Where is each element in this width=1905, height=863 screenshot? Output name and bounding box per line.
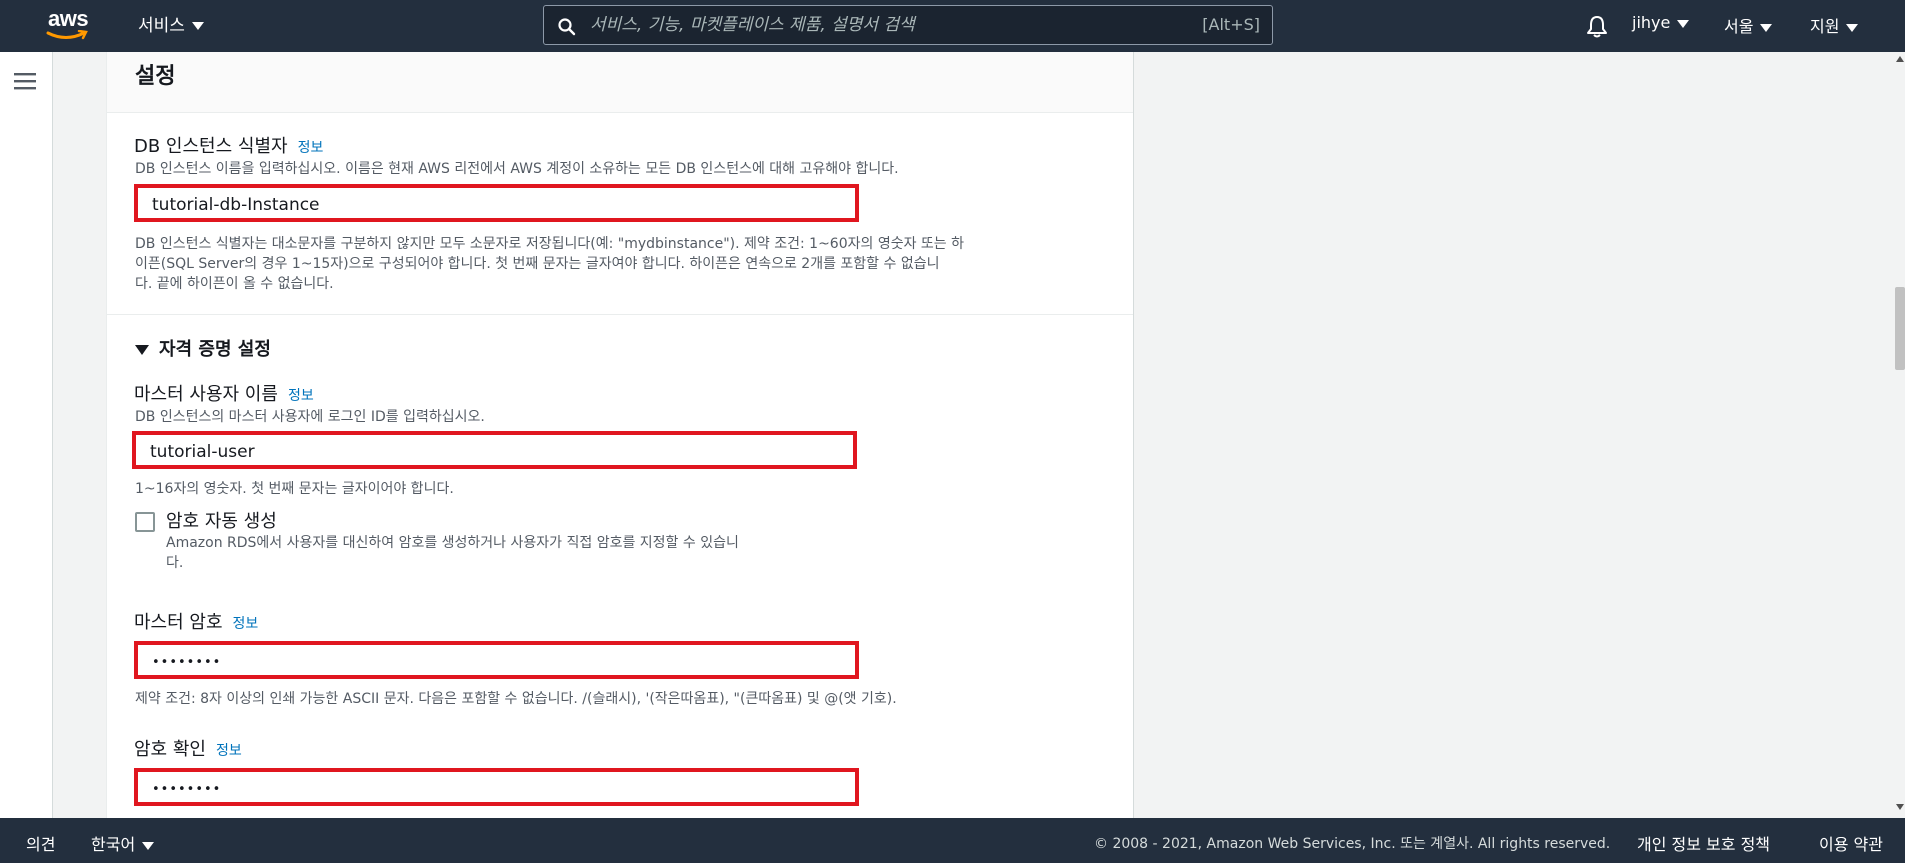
account-label: jihye: [1632, 13, 1671, 32]
support-label: 지원: [1810, 17, 1840, 36]
search-input[interactable]: [588, 9, 1112, 41]
aws-smile-icon: [46, 30, 88, 40]
confirm-password-info-link[interactable]: 정보: [216, 743, 242, 759]
master-username-label: 마스터 사용자 이름: [134, 384, 278, 405]
panel-title: 설정: [135, 64, 176, 89]
top-navigation: aws 서비스 [Alt+S] jihye 서울 지원: [0, 0, 1905, 52]
master-password-label: 마스터 암호: [134, 612, 223, 633]
db-identifier-input[interactable]: [150, 191, 847, 219]
db-identifier-constraint-line-2: 이픈(SQL Server의 경우 1~15자)으로 구성되어야 합니다. 첫 …: [135, 256, 940, 272]
panel-header: 설정: [107, 52, 1133, 113]
db-identifier-description: DB 인스턴스 이름을 입력하십시오. 이름은 현재 AWS 리전에서 AWS …: [135, 161, 899, 177]
master-password-field[interactable]: [134, 641, 859, 679]
auto-generate-password-description-line-1: Amazon RDS에서 사용자를 대신하여 암호를 생성하거나 사용자가 직접…: [166, 535, 739, 551]
master-username-field[interactable]: [132, 431, 857, 469]
scroll-up-arrow-icon[interactable]: [1896, 56, 1904, 62]
account-menu[interactable]: jihye: [1632, 13, 1690, 32]
confirm-password-label: 암호 확인: [134, 739, 206, 760]
master-password-constraint: 제약 조건: 8자 이상의 인쇄 가능한 ASCII 문자. 다음은 포함할 수…: [135, 691, 897, 707]
caret-down-icon: [135, 345, 149, 355]
page-scrollbar-thumb[interactable]: [1895, 287, 1905, 370]
chevron-down-icon: [142, 841, 155, 850]
auto-generate-password-description-line-2: 다.: [166, 555, 184, 571]
master-username-info-link[interactable]: 정보: [288, 388, 314, 404]
db-identifier-field[interactable]: [134, 184, 859, 222]
aws-logo[interactable]: aws: [46, 6, 94, 42]
feedback-link[interactable]: 의견: [26, 831, 55, 855]
chevron-down-icon: [1760, 23, 1773, 32]
global-search[interactable]: [Alt+S]: [543, 5, 1273, 45]
db-identifier-constraint-line-1: DB 인스턴스 식별자는 대소문자를 구분하지 않지만 모두 소문자로 저장됩니…: [135, 236, 964, 252]
footer: 의견 한국어 © 2008 - 2021, Amazon Web Service…: [0, 818, 1905, 863]
notifications-bell-icon[interactable]: [1586, 14, 1608, 38]
confirm-password-label-row: 암호 확인 정보: [134, 735, 242, 761]
chevron-down-icon: [191, 22, 204, 30]
credentials-section-title: 자격 증명 설정: [159, 339, 271, 360]
search-icon: [558, 18, 576, 36]
master-password-input[interactable]: [150, 648, 847, 676]
support-menu[interactable]: 지원: [1810, 13, 1859, 37]
master-username-description: DB 인스턴스의 마스터 사용자에 로그인 ID를 입력하십시오.: [135, 409, 485, 425]
side-rail: [0, 52, 53, 818]
chevron-down-icon: [1677, 19, 1690, 28]
hamburger-menu-icon[interactable]: [14, 72, 36, 90]
terms-of-use-link[interactable]: 이용 약관: [1819, 831, 1883, 855]
privacy-policy-link[interactable]: 개인 정보 보호 정책: [1637, 831, 1770, 855]
region-label: 서울: [1724, 17, 1754, 36]
master-username-constraint: 1~16자의 영숫자. 첫 번째 문자는 글자이어야 합니다.: [135, 481, 454, 497]
aws-logo-text: aws: [48, 6, 89, 31]
master-username-input[interactable]: [148, 438, 845, 466]
master-username-label-row: 마스터 사용자 이름 정보: [134, 380, 314, 406]
db-identifier-label-row: DB 인스턴스 식별자 정보: [134, 132, 323, 158]
settings-panel: 설정 DB 인스턴스 식별자 정보 DB 인스턴스 이름을 입력하십시오. 이름은…: [106, 52, 1134, 818]
auto-generate-password-checkbox[interactable]: [135, 512, 155, 532]
section-divider: [107, 314, 1133, 315]
auto-generate-password-label[interactable]: 암호 자동 생성: [166, 507, 277, 533]
language-label: 한국어: [91, 835, 136, 854]
db-identifier-info-link[interactable]: 정보: [298, 140, 324, 156]
region-menu[interactable]: 서울: [1724, 13, 1773, 37]
services-label: 서비스: [138, 16, 185, 36]
scroll-down-arrow-icon[interactable]: [1896, 804, 1904, 810]
language-selector[interactable]: 한국어: [91, 831, 155, 855]
master-password-info-link[interactable]: 정보: [233, 616, 259, 632]
services-menu[interactable]: 서비스: [138, 11, 204, 36]
master-password-label-row: 마스터 암호 정보: [134, 608, 258, 634]
search-shortcut-hint: [Alt+S]: [1202, 15, 1260, 34]
copyright-text: © 2008 - 2021, Amazon Web Services, Inc.…: [1094, 836, 1611, 852]
chevron-down-icon: [1846, 23, 1859, 32]
credentials-section-toggle[interactable]: 자격 증명 설정: [135, 335, 271, 361]
page-scrollbar-track[interactable]: [1890, 52, 1905, 818]
confirm-password-input[interactable]: [150, 775, 847, 803]
db-identifier-constraint-line-3: 다. 끝에 하이픈이 올 수 없습니다.: [135, 276, 334, 292]
db-identifier-label: DB 인스턴스 식별자: [134, 136, 288, 157]
confirm-password-field[interactable]: [134, 768, 859, 806]
